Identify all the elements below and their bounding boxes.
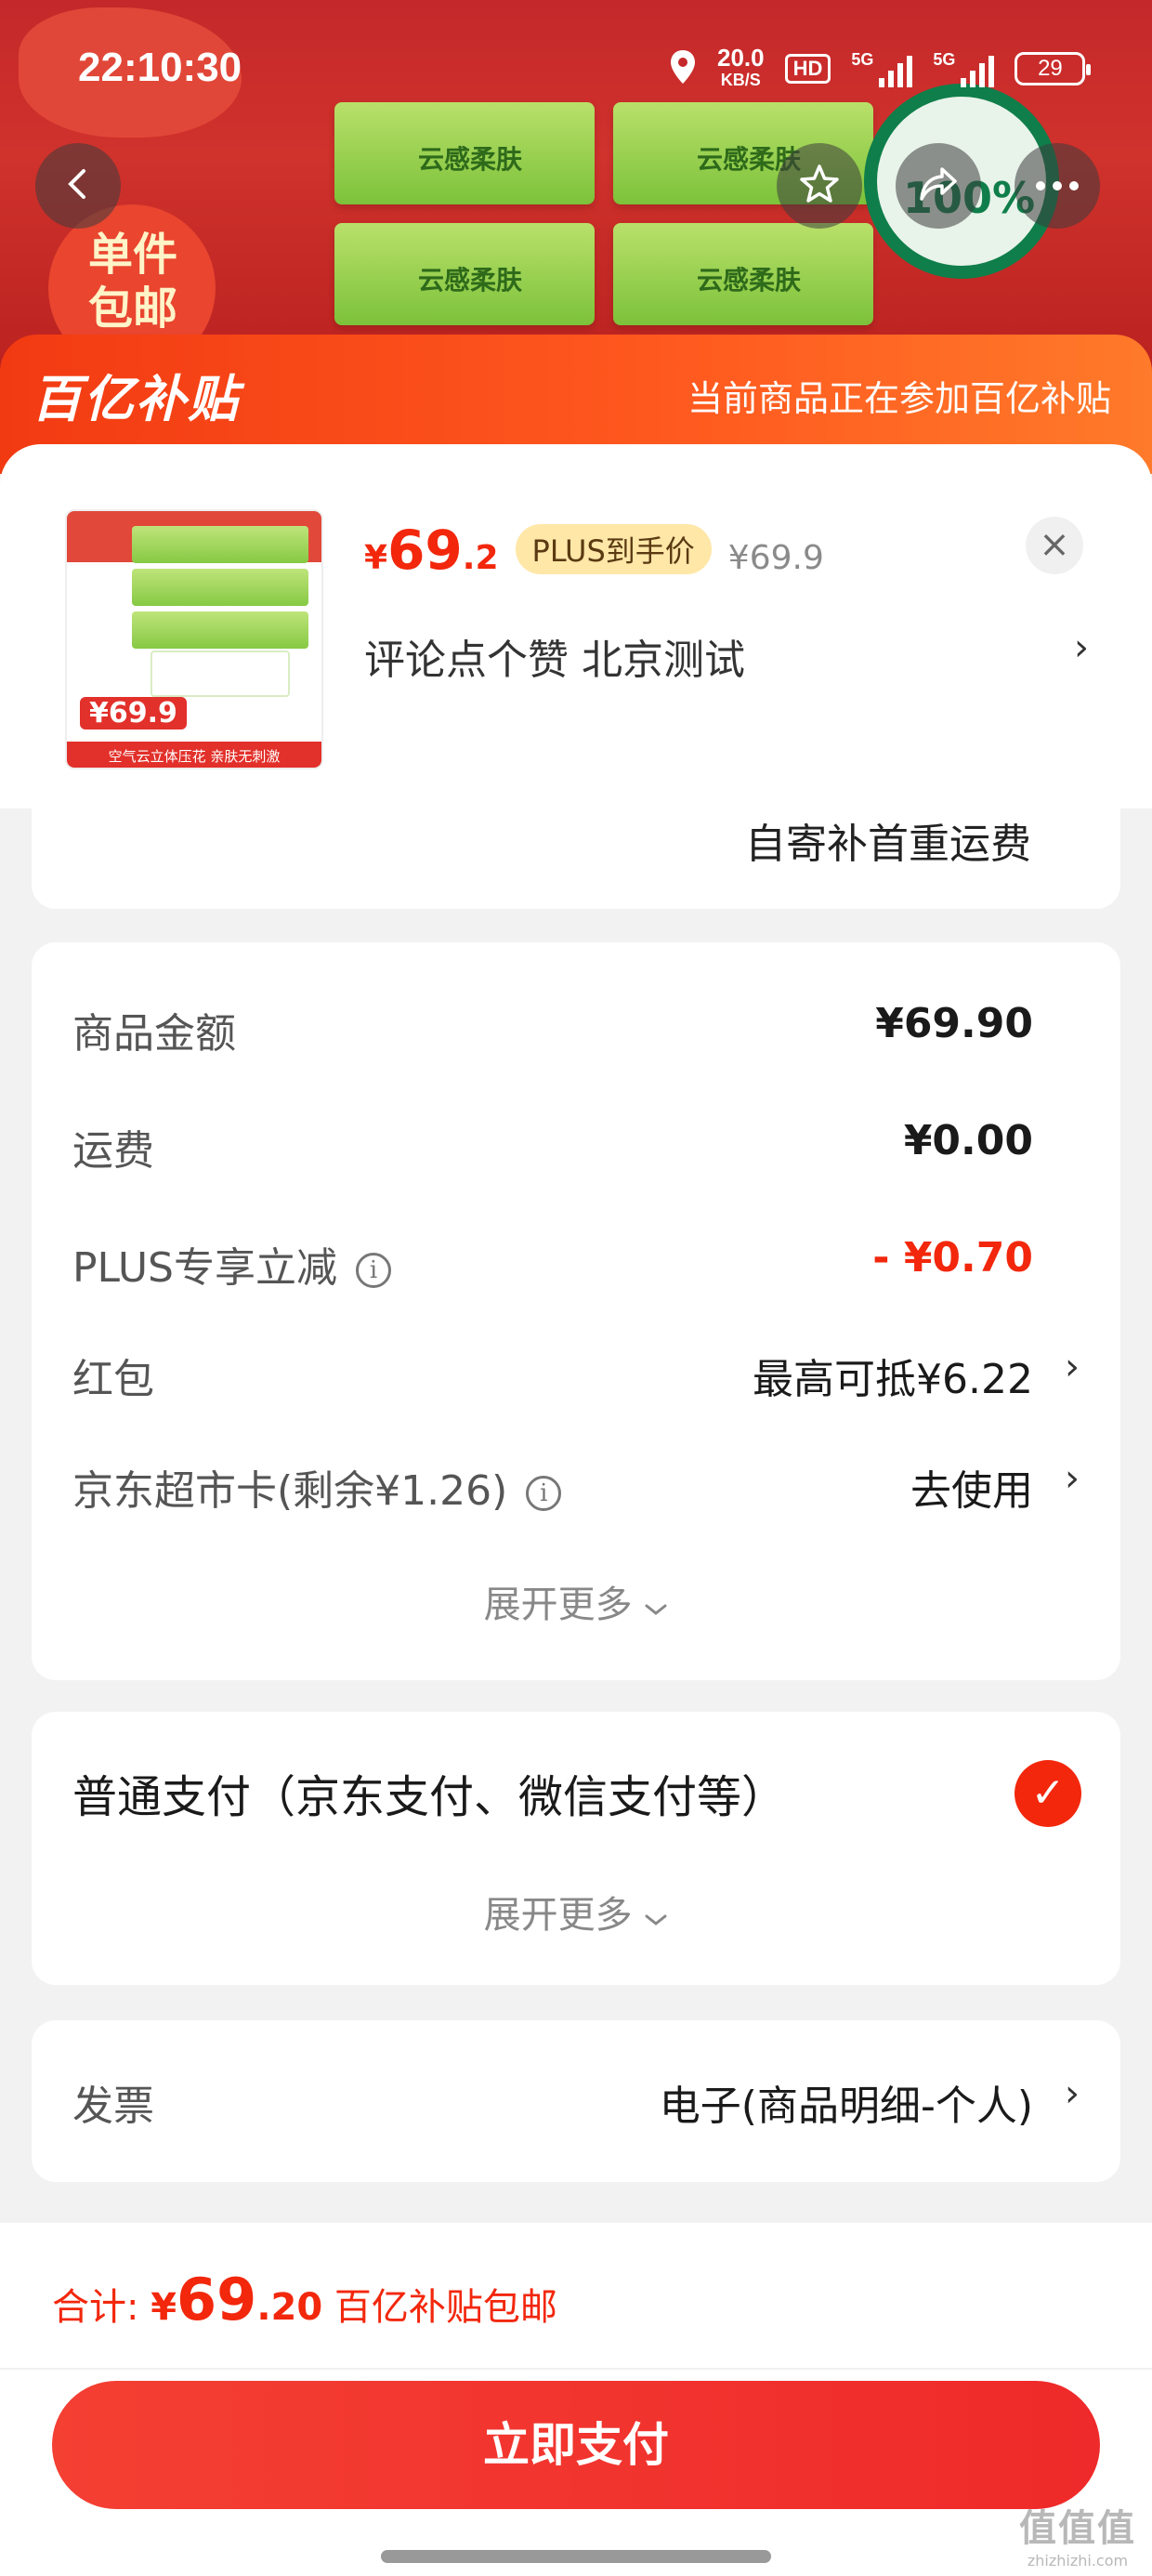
chevron-right-icon: › (1074, 626, 1089, 669)
goods-amount-label: 商品金额 (72, 1010, 236, 1058)
info-icon[interactable]: i (356, 1253, 391, 1288)
thumbnail-price: ¥69.9 (80, 697, 187, 729)
goods-amount-row: 商品金额 ¥69.90 (72, 1000, 1080, 1065)
chevron-down-icon (644, 1894, 668, 1937)
shipping-card: 自寄补首重运费 (32, 808, 1120, 909)
variant-label: 评论点个赞 北京测试 (364, 637, 745, 684)
network-speed: 20.0 KB/S (717, 44, 765, 89)
subsidy-logo: 百亿补贴 (32, 370, 240, 428)
variant-selector[interactable]: 评论点个赞 北京测试 › (364, 626, 1089, 686)
location-icon (669, 48, 697, 90)
check-icon[interactable]: ✓ (1015, 1760, 1081, 1827)
battery-icon: 29 (1015, 52, 1092, 85)
more-button[interactable] (1015, 143, 1100, 229)
hd-voice-icon: HD (784, 54, 831, 84)
invoice-value: 电子(商品明细-个人) (659, 2083, 1033, 2130)
order-total: 合计: ¥69.20 百亿补贴包邮 (52, 2266, 557, 2333)
status-time: 22:10:30 (78, 45, 242, 90)
invoice-label: 发票 (72, 2083, 154, 2130)
red-packet-value: 最高可抵¥6.22 (753, 1356, 1033, 1403)
share-icon (916, 162, 961, 210)
freight-row: 运费 ¥0.00 (72, 1117, 1080, 1182)
fee-summary-card: 商品金额 ¥69.90 运费 ¥0.00 PLUS专享立减 i - ¥0.70 红… (32, 942, 1120, 1680)
product-pack: 云感柔肤 (334, 223, 595, 325)
freight-value: ¥0.00 (903, 1117, 1033, 1164)
chevron-right-icon: › (1065, 1346, 1080, 1388)
shipping-note: 自寄补首重运费 (745, 821, 1031, 868)
subsidy-note: 当前商品正在参加百亿补贴 (687, 378, 1111, 419)
product-pack: 云感柔肤 (334, 102, 595, 204)
thumbnail-caption: 空气云立体压花 亲肤无刺激 (67, 742, 321, 768)
signal-icon: 5G (851, 50, 913, 87)
share-button[interactable] (896, 143, 981, 229)
close-button[interactable]: × (1026, 517, 1083, 574)
plus-discount-value: - ¥0.70 (872, 1234, 1033, 1281)
supermarket-card-label: 京东超市卡(剩余¥1.26) (72, 1467, 508, 1515)
status-bar: 22:10:30 20.0 KB/S HD 5G 5G 29 (0, 28, 1152, 112)
favorite-button[interactable] (777, 143, 862, 229)
signal-icon: 5G (933, 50, 995, 87)
home-indicator[interactable] (381, 2550, 771, 2563)
checkout-bottom-bar: 合计: ¥69.20 百亿补贴包邮 立即支付 值值值 zhizhizhi.com (0, 2223, 1152, 2576)
supermarket-card-value: 去使用 (910, 1467, 1033, 1515)
goods-amount-value: ¥69.90 (875, 1000, 1033, 1047)
product-summary: ¥69.9 空气云立体压花 亲肤无刺激 ¥69.2 PLUS到手价 ¥69.9 … (0, 444, 1152, 808)
back-button[interactable] (35, 143, 121, 229)
supermarket-card-row[interactable]: 京东超市卡(剩余¥1.26) i 去使用 › (72, 1457, 1080, 1522)
red-packet-row[interactable]: 红包 最高可抵¥6.22 › (72, 1346, 1080, 1411)
original-price: ¥69.9 (727, 539, 824, 577)
chevron-down-icon (644, 1584, 668, 1626)
fees-expand-more[interactable]: 展开更多 (32, 1574, 1120, 1628)
payment-method-label[interactable]: 普通支付（京东支付、微信支付等） (72, 1760, 786, 1825)
product-pack: 云感柔肤 (613, 223, 873, 325)
red-packet-label: 红包 (72, 1356, 154, 1403)
price-row: ¥69.2 PLUS到手价 ¥69.9 (364, 519, 824, 582)
chevron-right-icon: › (1065, 1457, 1080, 1500)
plus-price-tag: PLUS到手价 (515, 524, 712, 574)
final-price: ¥69.2 (364, 519, 499, 582)
back-icon (59, 165, 97, 206)
info-icon[interactable]: i (526, 1476, 562, 1511)
payment-card: 普通支付（京东支付、微信支付等） ✓ 展开更多 (32, 1712, 1120, 1985)
more-icon (1035, 177, 1080, 195)
close-icon: × (1039, 523, 1070, 566)
product-thumbnail: ¥69.9 空气云立体压花 亲肤无刺激 (65, 509, 323, 769)
plus-discount-row: PLUS专享立减 i - ¥0.70 (72, 1234, 1080, 1299)
status-icons: 20.0 KB/S HD 5G 5G 29 (669, 41, 1092, 97)
plus-discount-label: PLUS专享立减 (72, 1244, 337, 1292)
divider (0, 2368, 1152, 2370)
pay-now-button[interactable]: 立即支付 (52, 2381, 1100, 2509)
chevron-right-icon: › (1065, 2072, 1080, 2115)
star-icon (797, 162, 842, 210)
invoice-card[interactable]: 发票 电子(商品明细-个人) › (32, 2020, 1120, 2182)
free-shipping-badge-text: 单件包邮 (88, 229, 178, 335)
freight-label: 运费 (72, 1127, 154, 1175)
payment-expand-more[interactable]: 展开更多 (32, 1885, 1120, 1939)
site-watermark: 值值值 zhizhizhi.com (1019, 2507, 1136, 2569)
